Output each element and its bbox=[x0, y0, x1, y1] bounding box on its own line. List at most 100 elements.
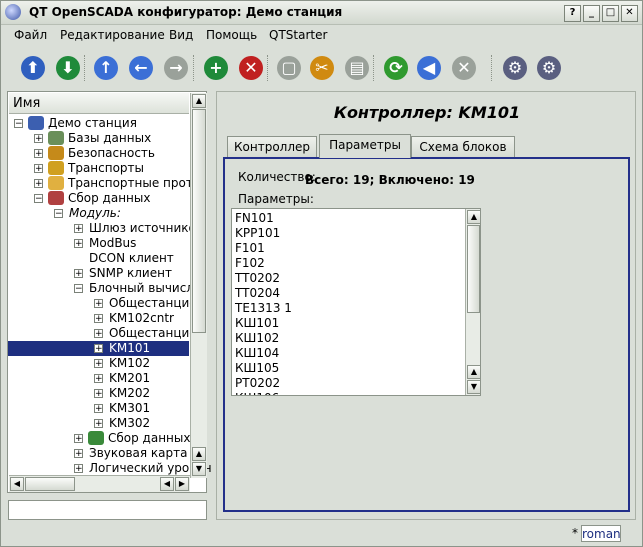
menu-help[interactable]: Помощь bbox=[206, 28, 257, 42]
expand-icon[interactable]: + bbox=[74, 224, 83, 234]
db-load-button[interactable]: ⬆ bbox=[19, 54, 47, 82]
tree-item[interactable]: + KM202 bbox=[8, 386, 189, 401]
scroll-left-button-2[interactable]: ◀ bbox=[160, 477, 174, 491]
tab-parameters[interactable]: Параметры bbox=[319, 134, 411, 158]
scroll-thumb[interactable] bbox=[192, 109, 206, 333]
tree-item[interactable]: − Модуль: bbox=[8, 206, 189, 221]
tree-item[interactable]: + Транспортные прото bbox=[8, 176, 200, 191]
help-button[interactable]: ? bbox=[564, 5, 581, 22]
tree-item[interactable]: + KM301 bbox=[8, 401, 189, 416]
expand-icon[interactable]: + bbox=[94, 329, 103, 339]
up-button[interactable]: ↑ bbox=[92, 54, 120, 82]
tree-item[interactable]: − Блочный вычисли bbox=[8, 281, 202, 296]
paste-button[interactable]: ▤ bbox=[343, 54, 371, 82]
expand-icon[interactable]: + bbox=[94, 389, 103, 399]
tree-item[interactable]: + ModBus bbox=[8, 236, 189, 251]
tree-item[interactable]: − Демо станция bbox=[8, 116, 189, 131]
list-scroll-thumb[interactable] bbox=[467, 225, 480, 313]
scroll-right-button[interactable]: ▶ bbox=[175, 477, 189, 491]
expand-icon[interactable]: + bbox=[34, 149, 43, 159]
parameter-item[interactable]: КШ101 bbox=[235, 316, 279, 330]
expand-icon[interactable]: + bbox=[94, 374, 103, 384]
tree-item[interactable]: + KM101 bbox=[8, 341, 189, 356]
parameter-item[interactable]: TE1313 1 bbox=[235, 301, 292, 315]
forward-button[interactable]: → bbox=[162, 54, 190, 82]
expand-icon[interactable]: + bbox=[94, 359, 103, 369]
expand-icon[interactable]: + bbox=[34, 164, 43, 174]
list-vertical-scrollbar[interactable]: ▲ ▲ ▼ bbox=[465, 209, 480, 395]
settings2-button[interactable]: ⚙ bbox=[535, 54, 563, 82]
tab-controller[interactable]: Контроллер bbox=[227, 136, 317, 157]
tree-item[interactable]: + KM302 bbox=[8, 416, 189, 431]
back-button[interactable]: ← bbox=[127, 54, 155, 82]
collapse-icon[interactable]: − bbox=[74, 284, 83, 294]
expand-icon[interactable]: + bbox=[74, 434, 83, 444]
menu-view[interactable]: Вид bbox=[169, 28, 193, 42]
parameter-item[interactable]: КШ102 bbox=[235, 331, 279, 345]
parameter-item[interactable]: TT0204 bbox=[235, 286, 280, 300]
tree-item[interactable]: + KM102 bbox=[8, 356, 189, 371]
list-scroll-up-button[interactable]: ▲ bbox=[467, 210, 480, 224]
collapse-icon[interactable]: − bbox=[34, 194, 43, 204]
expand-icon[interactable]: + bbox=[94, 419, 103, 429]
h-scroll-thumb[interactable] bbox=[25, 477, 75, 491]
parameter-item[interactable]: KPP101 bbox=[235, 226, 280, 240]
tree-item[interactable]: + Общестанцио bbox=[8, 296, 197, 311]
copy-button[interactable]: ▢ bbox=[275, 54, 303, 82]
tree-item[interactable]: + Общестанцио bbox=[8, 326, 197, 341]
scroll-up-button[interactable]: ▲ bbox=[192, 94, 206, 108]
expand-icon[interactable]: + bbox=[34, 134, 43, 144]
tree-item[interactable]: DCON клиент bbox=[8, 251, 189, 266]
expand-icon[interactable]: + bbox=[74, 464, 83, 474]
tree-item[interactable]: + Транспорты bbox=[8, 161, 189, 176]
tab-block-scheme[interactable]: Схема блоков bbox=[411, 136, 515, 157]
settings-button[interactable]: ⚙ bbox=[501, 54, 529, 82]
maximize-button[interactable]: □ bbox=[602, 5, 619, 22]
add-item-button[interactable]: + bbox=[202, 54, 230, 82]
tree-item[interactable]: + Сбор данных bbox=[8, 431, 190, 446]
list-scroll-down-button[interactable]: ▼ bbox=[467, 380, 480, 394]
refresh-button[interactable]: ⟳ bbox=[382, 54, 410, 82]
expand-icon[interactable]: + bbox=[94, 404, 103, 414]
parameter-item[interactable]: КШ105 bbox=[235, 361, 279, 375]
list-scroll-up-button-2[interactable]: ▲ bbox=[467, 365, 480, 379]
scroll-down-button[interactable]: ▼ bbox=[192, 462, 206, 476]
tree-item[interactable]: − Сбор данных bbox=[8, 191, 189, 206]
tree-vertical-scrollbar[interactable]: ▲ ▲ ▼ bbox=[190, 93, 207, 478]
tree-item[interactable]: + Шлюз источников bbox=[8, 221, 203, 236]
tree-item[interactable]: + Звуковая карта bbox=[8, 446, 189, 461]
delete-item-button[interactable]: ✕ bbox=[237, 54, 265, 82]
start-button[interactable]: ◀ bbox=[415, 54, 443, 82]
expand-icon[interactable]: + bbox=[94, 314, 103, 324]
menu-edit[interactable]: Редактирование bbox=[60, 28, 165, 42]
parameter-item[interactable]: КШ104 bbox=[235, 346, 279, 360]
expand-icon[interactable]: + bbox=[74, 269, 83, 279]
tree-horizontal-scrollbar[interactable]: ◀ ◀ ▶ bbox=[9, 475, 190, 492]
collapse-icon[interactable]: − bbox=[54, 209, 63, 219]
minimize-button[interactable]: _ bbox=[583, 5, 600, 22]
expand-icon[interactable]: + bbox=[74, 239, 83, 249]
expand-icon[interactable]: + bbox=[74, 449, 83, 459]
tree-item[interactable]: + Базы данных bbox=[8, 131, 189, 146]
db-save-button[interactable]: ⬇ bbox=[54, 54, 82, 82]
collapse-icon[interactable]: − bbox=[14, 119, 23, 129]
parameter-item[interactable]: КШ106 bbox=[235, 391, 279, 395]
tree-item[interactable]: + KM201 bbox=[8, 371, 189, 386]
scroll-left-button[interactable]: ◀ bbox=[10, 477, 24, 491]
parameter-item[interactable]: PT0202 bbox=[235, 376, 280, 390]
menu-file[interactable]: Файл bbox=[14, 28, 47, 42]
parameter-item[interactable]: F102 bbox=[235, 256, 265, 270]
parameter-item[interactable]: TT0202 bbox=[235, 271, 280, 285]
menu-qtstarter[interactable]: QTStarter bbox=[269, 28, 327, 42]
tree-item[interactable]: + KM102cntr bbox=[8, 311, 189, 326]
scroll-up-button-2[interactable]: ▲ bbox=[192, 447, 206, 461]
tree-item[interactable]: + Безопасность bbox=[8, 146, 189, 161]
tree-header[interactable]: Имя bbox=[9, 93, 189, 114]
cut-button[interactable]: ✂ bbox=[308, 54, 336, 82]
tree-item[interactable]: + SNMP клиент bbox=[8, 266, 189, 281]
user-indicator[interactable]: roman bbox=[581, 525, 621, 542]
parameter-item[interactable]: FN101 bbox=[235, 211, 274, 225]
close-button[interactable]: ✕ bbox=[621, 5, 638, 22]
parameter-item[interactable]: F101 bbox=[235, 241, 265, 255]
expand-icon[interactable]: + bbox=[94, 299, 103, 309]
